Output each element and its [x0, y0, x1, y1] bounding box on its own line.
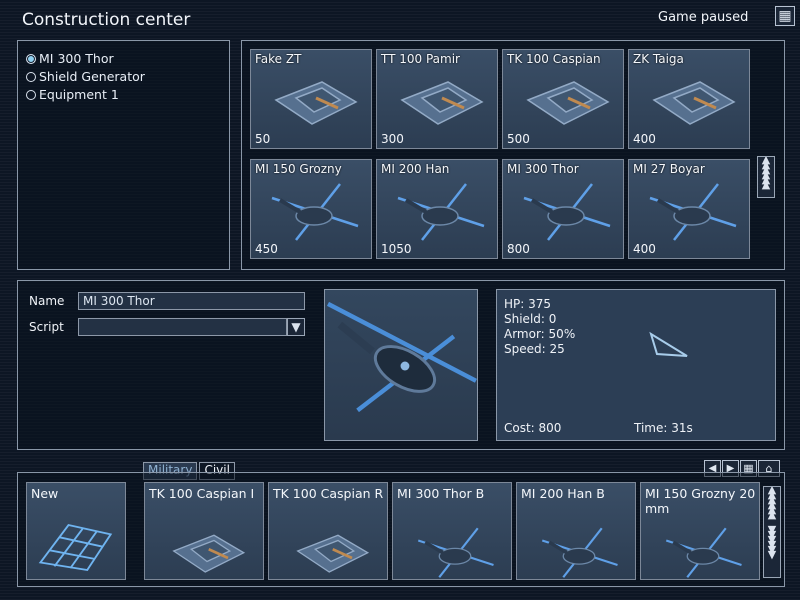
template-name: TK 100 Caspian I — [149, 486, 255, 501]
tank-icon — [296, 534, 370, 573]
template-name: MI 300 Thor B — [397, 486, 485, 501]
template-item[interactable]: TK 100 Caspian R — [268, 482, 388, 580]
template-item[interactable]: MI 150 Grozny 20 mm — [640, 482, 760, 580]
hp-stat: HP: 375 — [504, 297, 552, 311]
unit-card[interactable]: MI 27 Boyar 400 — [628, 159, 750, 259]
unit-cost: 300 — [381, 132, 404, 146]
helicopter-icon — [397, 183, 485, 241]
blueprint-grid-icon — [38, 523, 113, 572]
armor-stat: Armor: 50% — [504, 327, 576, 341]
close-grid-icon[interactable]: ▦ — [775, 6, 795, 26]
selector-item-label: MI 300 Thor — [39, 51, 114, 66]
unit-card[interactable]: MI 300 Thor 800 — [502, 159, 624, 259]
selector-item[interactable]: MI 300 Thor — [26, 50, 145, 68]
unit-name: MI 150 Grozny — [255, 162, 342, 176]
unit-name: MI 300 Thor — [507, 162, 579, 176]
new-template-label: New — [31, 486, 59, 501]
template-name: TK 100 Caspian R — [273, 486, 384, 501]
template-panel: New TK 100 Caspian I TK 100 Caspian R MI 3… — [17, 472, 785, 587]
template-name: MI 200 Han B — [521, 486, 605, 501]
unit-preview — [324, 289, 478, 441]
helicopter-icon — [649, 183, 737, 241]
tank-icon — [274, 81, 358, 125]
helicopter-icon — [417, 527, 494, 578]
name-input[interactable]: MI 300 Thor — [78, 292, 305, 310]
unit-cost: 50 — [255, 132, 271, 146]
radio-button-icon[interactable] — [26, 72, 36, 82]
time-stat: Time: 31s — [634, 421, 693, 435]
helicopter-icon — [665, 527, 742, 578]
script-select[interactable] — [78, 318, 287, 336]
tank-icon — [652, 81, 736, 125]
unit-card[interactable]: Fake ZT 50 — [250, 49, 372, 149]
selector-item-label: Shield Generator — [39, 69, 145, 84]
unit-cost: 450 — [255, 242, 278, 256]
unit-card[interactable]: ZK Taiga 400 — [628, 49, 750, 149]
game-status: Game paused — [658, 10, 749, 25]
unit-cost: 800 — [507, 242, 530, 256]
unit-card[interactable]: MI 200 Han 1050 — [376, 159, 498, 259]
shield-stat: Shield: 0 — [504, 312, 557, 326]
window-title: Construction center — [22, 10, 191, 30]
unit-details-panel: Name MI 300 Thor Script ▼ HP: 375 Shield… — [17, 280, 785, 450]
unit-class-icon — [649, 331, 688, 357]
unit-name: Fake ZT — [255, 52, 302, 66]
template-item[interactable]: MI 300 Thor B — [392, 482, 512, 580]
helicopter-icon — [271, 183, 359, 241]
unit-stats-box: HP: 375 Shield: 0 Armor: 50% Speed: 25 C… — [496, 289, 776, 441]
helicopter-preview-icon — [327, 301, 477, 413]
selector-item[interactable]: Shield Generator — [26, 68, 145, 86]
new-template-button[interactable]: New — [26, 482, 126, 580]
radio-button-icon[interactable] — [26, 90, 36, 100]
template-scroll-icon[interactable]: ▲ ▲ ▲ ▲ ▲ ▲ ▼ ▼ ▼ ▼ ▼ ▼ — [763, 486, 781, 578]
unit-cost: 400 — [633, 132, 656, 146]
tank-icon — [526, 81, 610, 125]
helicopter-icon — [523, 183, 611, 241]
script-label: Script — [29, 320, 64, 334]
unit-cost: 400 — [633, 242, 656, 256]
name-label: Name — [29, 294, 65, 308]
template-item[interactable]: MI 200 Han B — [516, 482, 636, 580]
catalog-scroll-icon[interactable]: ▲ ▲ ▲ ▲ ▲ ▲ — [757, 156, 775, 198]
chevron-down-icon[interactable]: ▼ — [287, 318, 305, 336]
unit-catalog-panel: Fake ZT 50 TT 100 Pamir 300 TK 100 Caspian 50… — [241, 40, 785, 270]
unit-name: MI 200 Han — [381, 162, 450, 176]
selector-item[interactable]: Equipment 1 — [26, 86, 145, 104]
unit-card[interactable]: TK 100 Caspian 500 — [502, 49, 624, 149]
unit-cost: 500 — [507, 132, 530, 146]
selector-item-label: Equipment 1 — [39, 87, 119, 102]
cost-stat: Cost: 800 — [504, 421, 562, 435]
tank-icon — [400, 81, 484, 125]
unit-card[interactable]: TT 100 Pamir 300 — [376, 49, 498, 149]
helicopter-icon — [541, 527, 618, 578]
unit-card[interactable]: MI 150 Grozny 450 — [250, 159, 372, 259]
unit-name: TT 100 Pamir — [381, 52, 460, 66]
unit-name: TK 100 Caspian — [507, 52, 601, 66]
radio-button-icon[interactable] — [26, 54, 36, 64]
template-name: MI 150 Grozny 20 mm — [645, 486, 756, 516]
tank-icon — [172, 534, 246, 573]
template-item[interactable]: TK 100 Caspian I — [144, 482, 264, 580]
unit-type-selector: MI 300 Thor Shield Generator Equipment 1 — [17, 40, 230, 270]
speed-stat: Speed: 25 — [504, 342, 565, 356]
unit-name: MI 27 Boyar — [633, 162, 705, 176]
unit-cost: 1050 — [381, 242, 412, 256]
unit-name: ZK Taiga — [633, 52, 684, 66]
